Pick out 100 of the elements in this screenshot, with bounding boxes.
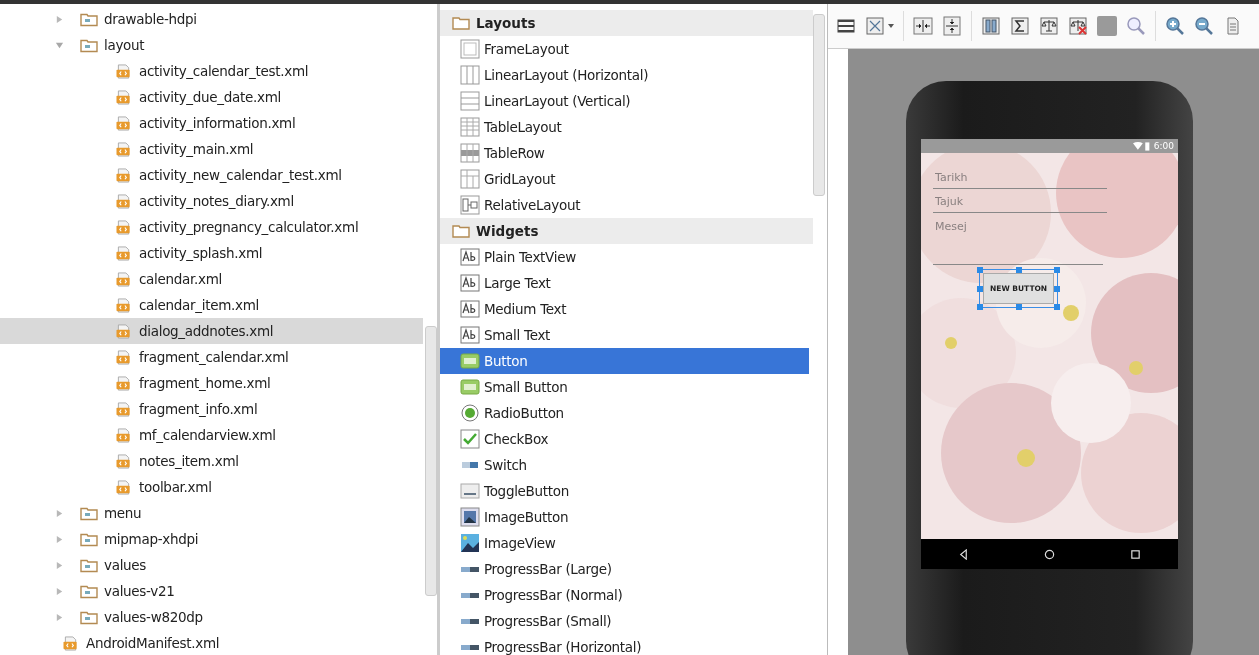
tree-label: layout <box>104 37 145 53</box>
palette-item[interactable]: ProgressBar (Large) <box>440 556 809 582</box>
tree-label: fragment_info.xml <box>139 401 258 417</box>
palette-item[interactable]: Large Text <box>440 270 809 296</box>
palette-item[interactable]: Button <box>440 348 809 374</box>
palette-label: ImageView <box>484 535 556 551</box>
file-item[interactable]: calendar_item.xml <box>0 292 423 318</box>
expand-arrow-icon[interactable] <box>55 14 64 24</box>
file-item[interactable]: activity_due_date.xml <box>0 84 423 110</box>
palette-item[interactable]: Medium Text <box>440 296 809 322</box>
scrollbar[interactable] <box>813 14 825 196</box>
xml-file-icon <box>115 297 133 313</box>
file-item[interactable]: activity_splash.xml <box>0 240 423 266</box>
folder-icon <box>80 505 98 521</box>
file-item[interactable]: dialog_addnotes.xml <box>0 318 423 344</box>
file-item[interactable]: activity_pregnancy_calculator.xml <box>0 214 423 240</box>
palette-item[interactable]: RadioButton <box>440 400 809 426</box>
file-item[interactable]: calendar.xml <box>0 266 423 292</box>
folder-item[interactable]: menu <box>0 500 423 526</box>
button-widget-icon <box>460 351 480 371</box>
resize-handle[interactable] <box>1015 304 1022 310</box>
palette-item[interactable]: TableLayout <box>440 114 809 140</box>
file-item[interactable]: AndroidManifest.xml <box>0 630 423 655</box>
palette-item[interactable]: Small Button <box>440 374 809 400</box>
file-item[interactable]: notes_item.xml <box>0 448 423 474</box>
palette-group-header[interactable]: Widgets <box>440 218 813 244</box>
palette-item[interactable]: RelativeLayout <box>440 192 809 218</box>
back-icon[interactable] <box>958 548 970 560</box>
palette-item[interactable]: ProgressBar (Normal) <box>440 582 809 608</box>
palette-group-header[interactable]: Layouts <box>440 10 813 36</box>
folder-item[interactable]: values-w820dp <box>0 604 423 630</box>
file-item[interactable]: activity_main.xml <box>0 136 423 162</box>
expand-arrow-icon[interactable] <box>55 586 64 596</box>
resize-handle[interactable] <box>1054 304 1061 310</box>
palette-item[interactable]: LinearLayout (Horizontal) <box>440 62 809 88</box>
file-item[interactable]: fragment_calendar.xml <box>0 344 423 370</box>
palette-label: LinearLayout (Horizontal) <box>484 67 649 83</box>
tree-label: activity_notes_diary.xml <box>139 193 294 209</box>
palette-item[interactable]: ImageButton <box>440 504 809 530</box>
palette-item[interactable]: FrameLayout <box>440 36 809 62</box>
resize-handle[interactable] <box>977 285 983 292</box>
palette-item[interactable]: CheckBox <box>440 426 809 452</box>
xml-file-icon <box>115 63 133 79</box>
resize-handle[interactable] <box>1054 285 1061 292</box>
text-field[interactable]: Mesej <box>933 215 1103 265</box>
file-item[interactable]: toolbar.xml <box>0 474 423 500</box>
file-item[interactable]: activity_new_calendar_test.xml <box>0 162 423 188</box>
palette-item[interactable]: ImageView <box>440 530 809 556</box>
expand-arrow-icon[interactable] <box>55 612 64 622</box>
scrollbar[interactable] <box>425 326 437 596</box>
text-field[interactable]: Tarikh <box>933 167 1107 189</box>
tree-label: activity_information.xml <box>139 115 296 131</box>
caret-icon[interactable] <box>888 24 894 28</box>
cols-icon[interactable] <box>981 16 1001 36</box>
tree-label: activity_due_date.xml <box>139 89 282 105</box>
expand-arrow-icon[interactable] <box>55 560 64 570</box>
home-icon[interactable] <box>1044 548 1055 560</box>
folder-item[interactable]: layout <box>0 32 423 58</box>
file-item[interactable]: activity_calendar_test.xml <box>0 58 423 84</box>
table-widget-icon <box>460 117 480 137</box>
palette-label: Small Button <box>484 379 568 395</box>
resize-handle[interactable] <box>977 267 983 273</box>
expand-arrow-icon[interactable] <box>55 534 64 544</box>
palette-item[interactable]: Small Text <box>440 322 809 348</box>
folder-item[interactable]: values-v21 <box>0 578 423 604</box>
rows-icon[interactable] <box>836 16 856 36</box>
file-item[interactable]: activity_notes_diary.xml <box>0 188 423 214</box>
recents-icon[interactable] <box>1129 548 1141 560</box>
wifi-battery-icon <box>1132 141 1151 151</box>
expand-arrow-icon[interactable] <box>55 508 64 518</box>
folder-icon <box>80 37 98 53</box>
folder-item[interactable]: mipmap-xhdpi <box>0 526 423 552</box>
folder-icon <box>452 16 470 30</box>
text-field[interactable]: Tajuk <box>933 191 1107 213</box>
resize-handle[interactable] <box>977 304 983 310</box>
folder-item[interactable]: values <box>0 552 423 578</box>
palette-item[interactable]: Switch <box>440 452 809 478</box>
imagebutton-widget-icon <box>460 507 480 527</box>
xml-file-icon <box>115 427 133 443</box>
palette-item[interactable]: GridLayout <box>440 166 809 192</box>
palette-item[interactable]: Plain TextView <box>440 244 809 270</box>
resize-handle[interactable] <box>1015 267 1022 273</box>
resize-handle[interactable] <box>1054 267 1061 273</box>
palette-item[interactable]: ProgressBar (Horizontal) <box>440 634 809 655</box>
file-item[interactable]: mf_calendarview.xml <box>0 422 423 448</box>
palette-item[interactable]: ProgressBar (Small) <box>440 608 809 634</box>
file-item[interactable]: fragment_home.xml <box>0 370 423 396</box>
tree-label: mf_calendarview.xml <box>139 427 276 443</box>
sum-icon[interactable] <box>1010 16 1030 36</box>
palette-label: Button <box>484 353 528 369</box>
palette-item[interactable]: TableRow <box>440 140 809 166</box>
folder-item[interactable]: drawable-hdpi <box>0 6 423 32</box>
palette-item[interactable]: LinearLayout (Vertical) <box>440 88 809 114</box>
file-item[interactable]: activity_information.xml <box>0 110 423 136</box>
file-item[interactable]: fragment_info.xml <box>0 396 423 422</box>
folder-icon <box>80 11 98 27</box>
expand-arrow-icon[interactable] <box>55 40 64 50</box>
tree-label: calendar_item.xml <box>139 297 260 313</box>
palette-item[interactable]: ToggleButton <box>440 478 809 504</box>
scale-icon[interactable] <box>1039 16 1059 36</box>
